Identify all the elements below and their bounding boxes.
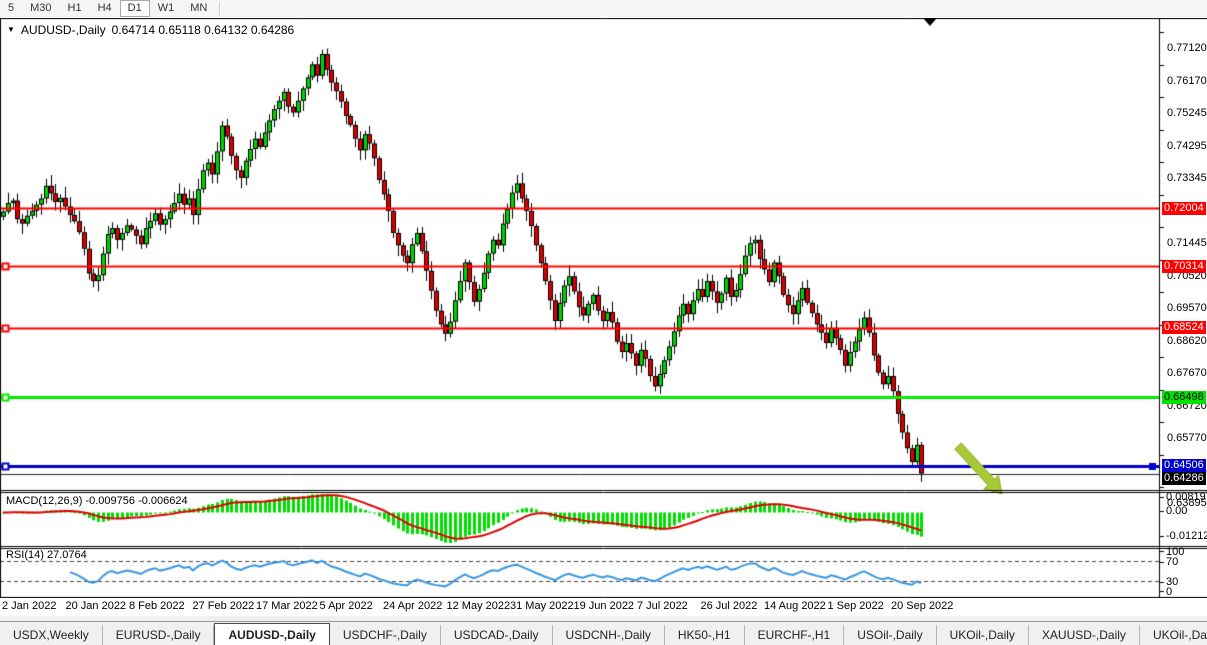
date-tick-label: 20 Jan 2022 (66, 600, 127, 612)
timeframe-toolbar: 5M30H1H4D1W1MN (0, 0, 1207, 18)
date-tick-label: 7 Jul 2022 (637, 600, 688, 612)
date-tick-label: 5 Apr 2022 (320, 600, 373, 612)
date-tick-label: 14 Aug 2022 (764, 600, 826, 612)
chart-tab-bar: USDX,WeeklyEURUSD-,DailyAUDUSD-,DailyUSD… (0, 621, 1207, 645)
chart-ohlc-values: 0.64714 0.65118 0.64132 0.64286 (112, 23, 295, 37)
price-line-label-0.64286: 0.64286 (1162, 472, 1206, 485)
price-tick-label: 0.73345 (1167, 172, 1207, 184)
timeframe-button-h1[interactable]: H1 (60, 0, 90, 17)
rsi-indicator-label: RSI(14) 27.0764 (6, 549, 87, 561)
rsi-tick-label: 0 (1166, 586, 1172, 598)
price-tick-label: 0.76170 (1167, 75, 1207, 87)
chart-tab-usdx-weekly[interactable]: USDX,Weekly (0, 625, 103, 645)
date-tick-label: 24 Apr 2022 (383, 600, 442, 612)
toolbar-separator (219, 2, 221, 16)
date-tick-label: 27 Feb 2022 (193, 600, 255, 612)
price-tick-label: 0.69570 (1167, 302, 1207, 314)
chart-area: ▼ AUDUSD-,Daily 0.64714 0.65118 0.64132 … (0, 17, 1207, 616)
chart-title: ▼ AUDUSD-,Daily 0.64714 0.65118 0.64132 … (7, 23, 294, 37)
timeframe-button-d1[interactable]: D1 (120, 0, 150, 17)
date-tick-label: 12 May 2022 (447, 600, 511, 612)
chart-tab-xauusd-daily[interactable]: XAUUSD-,Daily (1029, 625, 1140, 645)
chart-tab-usdcad-daily[interactable]: USDCAD-,Daily (441, 625, 553, 645)
chart-tab-hk50-h1[interactable]: HK50-,H1 (665, 625, 745, 645)
price-tick-label: 0.67670 (1167, 367, 1207, 379)
date-tick-label: 31 May 2022 (510, 600, 574, 612)
price-tick-label: 0.75245 (1167, 107, 1207, 119)
date-tick-label: 26 Jul 2022 (701, 600, 758, 612)
price-tick-label: 0.65770 (1167, 432, 1207, 444)
price-line-label-0.70314: 0.70314 (1162, 260, 1206, 273)
price-line-label-0.66498: 0.66498 (1162, 391, 1206, 404)
macd-indicator-label: MACD(12,26,9) -0.009756 -0.006624 (6, 495, 188, 507)
timeframe-button-mn[interactable]: MN (182, 0, 215, 17)
macd-tick-label: 0.008197 (1166, 491, 1207, 503)
macd-tick-label: -0.01212 (1166, 530, 1207, 542)
price-line-label-0.68524: 0.68524 (1162, 321, 1206, 334)
chart-tab-ukoil-da[interactable]: UKOil-,Da (1140, 625, 1207, 645)
price-line-label-0.72004: 0.72004 (1162, 202, 1206, 215)
timeframe-button-w1[interactable]: W1 (150, 0, 183, 17)
date-tick-label: 19 Jun 2022 (574, 600, 635, 612)
chart-tab-ukoil-daily[interactable]: UKOil-,Daily (937, 625, 1029, 645)
chart-tab-audusd-daily[interactable]: AUDUSD-,Daily (214, 623, 329, 645)
trading-terminal-window: 5M30H1H4D1W1MN ▼ AUDUSD-,Daily 0.64714 0… (0, 0, 1207, 645)
price-line-label-0.64506: 0.64506 (1162, 459, 1206, 472)
date-tick-label: 20 Sep 2022 (891, 600, 953, 612)
chart-tab-eurchf-h1[interactable]: EURCHF-,H1 (745, 625, 845, 645)
date-tick-label: 2 Jan 2022 (2, 600, 56, 612)
price-tick-label: 0.77120 (1167, 42, 1207, 54)
chart-symbol-label: AUDUSD-,Daily (21, 23, 106, 37)
chart-tab-usdchf-daily[interactable]: USDCHF-,Daily (330, 625, 441, 645)
date-tick-label: 1 Sep 2022 (828, 600, 884, 612)
timeframe-button-m30[interactable]: M30 (22, 0, 59, 17)
price-tick-label: 0.68620 (1167, 335, 1207, 347)
price-tick-label: 0.74295 (1167, 140, 1207, 152)
chart-tab-eurusd-daily[interactable]: EURUSD-,Daily (103, 625, 215, 645)
chart-tab-usdcnh-daily[interactable]: USDCNH-,Daily (553, 625, 665, 645)
macd-tick-label: 0.00 (1166, 505, 1187, 517)
price-tick-label: 0.71445 (1167, 237, 1207, 249)
date-tick-label: 8 Feb 2022 (129, 600, 185, 612)
timeframe-button-5[interactable]: 5 (0, 0, 22, 17)
timeframe-button-h4[interactable]: H4 (90, 0, 120, 17)
candlestick-chart-canvas[interactable] (0, 18, 1207, 598)
symbol-dropdown-icon[interactable]: ▼ (7, 26, 15, 34)
chart-tab-usoil-daily[interactable]: USOil-,Daily (844, 625, 936, 645)
date-tick-label: 17 Mar 2022 (256, 600, 318, 612)
rsi-tick-label: 70 (1166, 556, 1178, 568)
